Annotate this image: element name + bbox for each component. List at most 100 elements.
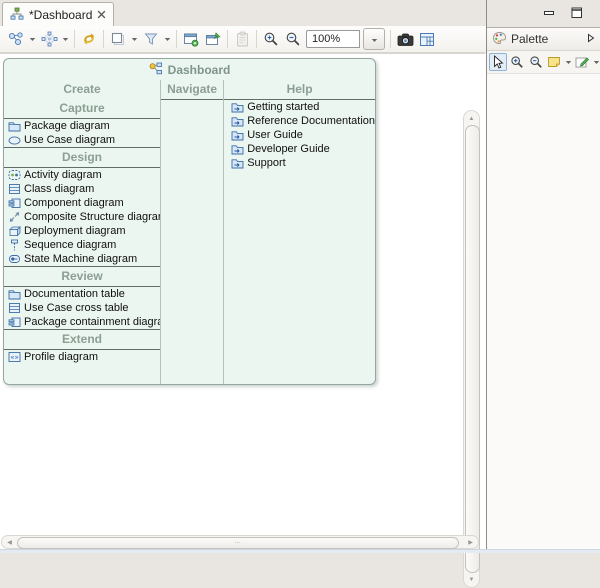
palette-zoom-in-icon[interactable] <box>508 53 526 71</box>
vertical-scrollbar-thumb[interactable] <box>465 125 480 573</box>
section-header-capture: Capture <box>4 99 160 118</box>
usecase-icon <box>7 134 21 147</box>
editor-tabbar: *Dashboard <box>0 0 486 26</box>
profile-icon: «» <box>7 351 21 364</box>
diagram-link[interactable]: Package diagram <box>4 119 160 133</box>
linked-nodes-icon[interactable] <box>5 28 27 50</box>
diagram-link-label: Use Case cross table <box>24 302 129 314</box>
column-header-create: Create <box>4 80 160 99</box>
composite-icon <box>7 211 21 224</box>
network-icon[interactable] <box>38 28 60 50</box>
help-link-label: Support <box>247 157 286 169</box>
editor-toolbar: 100% <box>0 26 486 53</box>
help-link[interactable]: Developer Guide <box>224 142 375 156</box>
zoom-level-value[interactable]: 100% <box>306 30 360 48</box>
zoom-level-dropdown[interactable] <box>363 28 385 50</box>
section-header-review: Review <box>4 267 160 286</box>
palette-collapse-icon[interactable] <box>587 32 595 46</box>
diagram-link[interactable]: Activity diagram <box>4 168 160 182</box>
horizontal-scrollbar-thumb[interactable]: ⋯ <box>17 537 459 549</box>
diagram-link[interactable]: Component diagram <box>4 196 160 210</box>
help-link-label: Getting started <box>247 101 319 113</box>
scroll-down-icon[interactable]: ▼ <box>464 573 479 586</box>
state-icon <box>7 253 21 266</box>
minimize-icon[interactable] <box>542 6 557 19</box>
help-link-label: Reference Documentation <box>247 115 375 127</box>
vertical-scrollbar[interactable]: ▲ ▼ <box>463 110 480 588</box>
diagram-link[interactable]: Use Case diagram <box>4 133 160 147</box>
diagram-link-label: Package diagram <box>24 120 110 132</box>
palette-header[interactable]: Palette <box>487 28 600 51</box>
dashboard-table: Dashboard Create Capture Package diagram <box>3 58 376 385</box>
diagram-link-label: Profile diagram <box>24 351 98 363</box>
editor-pane: *Dashboard 100% <box>0 0 487 549</box>
diagram-link[interactable]: Documentation table <box>4 287 160 301</box>
funnel-menu-caret-icon[interactable] <box>162 28 173 50</box>
tab-dashboard[interactable]: *Dashboard <box>2 2 114 27</box>
diagram-link[interactable]: Deployment diagram <box>4 224 160 238</box>
view-controls <box>542 6 584 19</box>
design-items: Activity diagram Class diagram Component… <box>4 168 160 266</box>
chevron-down-icon <box>371 30 378 48</box>
edit-tool-icon[interactable] <box>573 53 591 71</box>
sequence-icon <box>7 239 21 252</box>
zoom-out-icon[interactable] <box>282 28 304 50</box>
folder-link-icon <box>230 101 244 114</box>
palette-icon <box>492 31 507 48</box>
note-tool-caret-icon[interactable] <box>564 53 572 71</box>
diagram-link-label: State Machine diagram <box>24 253 137 265</box>
folder-icon <box>7 288 21 301</box>
frame-menu-caret-icon[interactable] <box>129 28 140 50</box>
linked-nodes-menu-caret-icon[interactable] <box>27 28 38 50</box>
help-link[interactable]: Getting started <box>224 100 375 114</box>
folder-link-icon <box>230 157 244 170</box>
palette-body[interactable] <box>487 74 600 550</box>
toolbar-separator <box>103 30 104 48</box>
frame-icon[interactable] <box>107 28 129 50</box>
sync-arrows-icon[interactable] <box>78 28 100 50</box>
network-menu-caret-icon[interactable] <box>60 28 71 50</box>
edit-tool-caret-icon[interactable] <box>592 53 600 71</box>
help-link[interactable]: Reference Documentation <box>224 114 375 128</box>
diagram-canvas[interactable]: Dashboard Create Capture Package diagram <box>0 53 485 535</box>
close-icon[interactable] <box>97 8 106 22</box>
camera-icon[interactable] <box>394 28 416 50</box>
help-link[interactable]: Support <box>224 156 375 170</box>
palette-toolbar <box>487 51 600 74</box>
export-image-icon[interactable] <box>180 28 202 50</box>
diagram-link[interactable]: «» Profile diagram <box>4 350 160 364</box>
diagram-link[interactable]: Class diagram <box>4 182 160 196</box>
diagram-link[interactable]: Package containment diagram <box>4 315 160 329</box>
funnel-icon[interactable] <box>140 28 162 50</box>
maximize-icon[interactable] <box>569 6 584 19</box>
class-icon <box>7 183 21 196</box>
section-header-extend: Extend <box>4 330 160 349</box>
help-link-label: Developer Guide <box>247 143 330 155</box>
scroll-right-icon[interactable]: ▶ <box>464 536 477 548</box>
toolbar-separator <box>74 30 75 48</box>
zoom-in-icon[interactable] <box>260 28 282 50</box>
diagram-link[interactable]: Composite Structure diagram <box>4 210 160 224</box>
diagram-link[interactable]: Sequence diagram <box>4 238 160 252</box>
help-link[interactable]: User Guide <box>224 128 375 142</box>
overview-icon[interactable] <box>416 28 438 50</box>
diagram-link-label: Sequence diagram <box>24 239 116 251</box>
diagram-link[interactable]: State Machine diagram <box>4 252 160 266</box>
palette-pane: Palette <box>487 27 600 549</box>
scroll-left-icon[interactable]: ◀ <box>3 536 16 548</box>
palette-zoom-out-icon[interactable] <box>527 53 545 71</box>
review-items: Documentation table Use Case cross table… <box>4 287 160 329</box>
scroll-up-icon[interactable]: ▲ <box>464 112 479 125</box>
diagram-link[interactable]: Use Case cross table <box>4 301 160 315</box>
folder-link-icon <box>230 143 244 156</box>
toolbar-separator <box>176 30 177 48</box>
folder-icon <box>7 120 21 133</box>
diagram-link-label: Composite Structure diagram <box>24 211 160 223</box>
horizontal-scrollbar[interactable]: ◀ ⋯ ▶ <box>1 535 479 549</box>
diagram-link-label: Deployment diagram <box>24 225 126 237</box>
select-tool-cursor-icon[interactable] <box>489 53 507 71</box>
pin-window-icon[interactable] <box>202 28 224 50</box>
note-tool-icon[interactable] <box>546 53 564 71</box>
component-icon <box>7 197 21 210</box>
dashboard-title: Dashboard <box>168 63 231 77</box>
